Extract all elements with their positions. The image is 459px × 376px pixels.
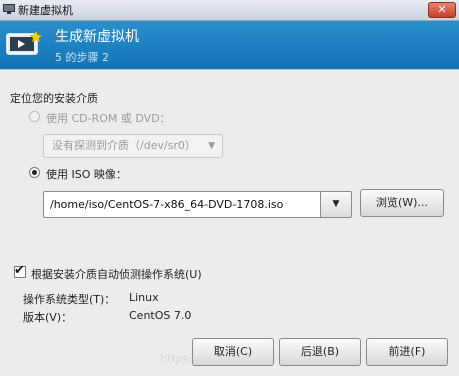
window-title: 新建虚拟机 [18,4,73,17]
close-button[interactable]: ✕ [428,2,456,18]
wizard-title: 生成新虚拟机 [55,29,139,45]
cancel-button[interactable]: 取消(C) [192,338,274,366]
cdrom-device-select[interactable]: 没有探测到介质（/dev/sr0） ▼ [43,134,223,158]
cdrom-select-value: 没有探测到介质（/dev/sr0） [52,139,196,152]
iso-history-dropdown[interactable]: ▼ [320,191,352,218]
autodetect-checkbox[interactable]: ✔ [14,263,26,278]
autodetect-label: 根据安装介质自动侦测操作系统(U) [31,268,202,281]
iso-label: 使用 ISO 映像： [46,168,127,181]
browse-button[interactable]: 浏览(W)... [360,189,444,217]
os-type-value: Linux [129,291,159,304]
iso-path-input[interactable]: /home/iso/CentOS-7-x86_64-DVD-1708.iso [43,191,321,218]
version-value: CentOS 7.0 [129,309,192,322]
title-bar: 新建虚拟机 ✕ [0,0,459,21]
os-type-label: 操作系统类型(T)： [23,293,116,306]
wizard-header: 生成新虚拟机 5 的步骤 2 [0,21,459,69]
monitor-star-icon [6,30,42,55]
chevron-down-icon: ▼ [208,141,215,151]
header-divider [0,69,459,70]
cdrom-radio[interactable] [29,111,40,122]
section-title: 定位您的安装介质 [10,92,98,105]
cdrom-label: 使用 CD-ROM 或 DVD： [46,112,171,125]
version-label: 版本(V)： [23,311,73,324]
checkmark-icon: ✔ [14,263,25,278]
close-icon: ✕ [437,3,447,16]
chevron-down-icon: ▼ [332,199,340,209]
back-button[interactable]: 后退(B) [279,338,361,366]
radio-selected-dot [32,170,37,175]
iso-radio[interactable] [29,167,40,178]
forward-button[interactable]: 前进(F) [366,338,448,366]
vm-app-icon [3,4,15,14]
step-indicator: 5 的步骤 2 [55,51,109,64]
